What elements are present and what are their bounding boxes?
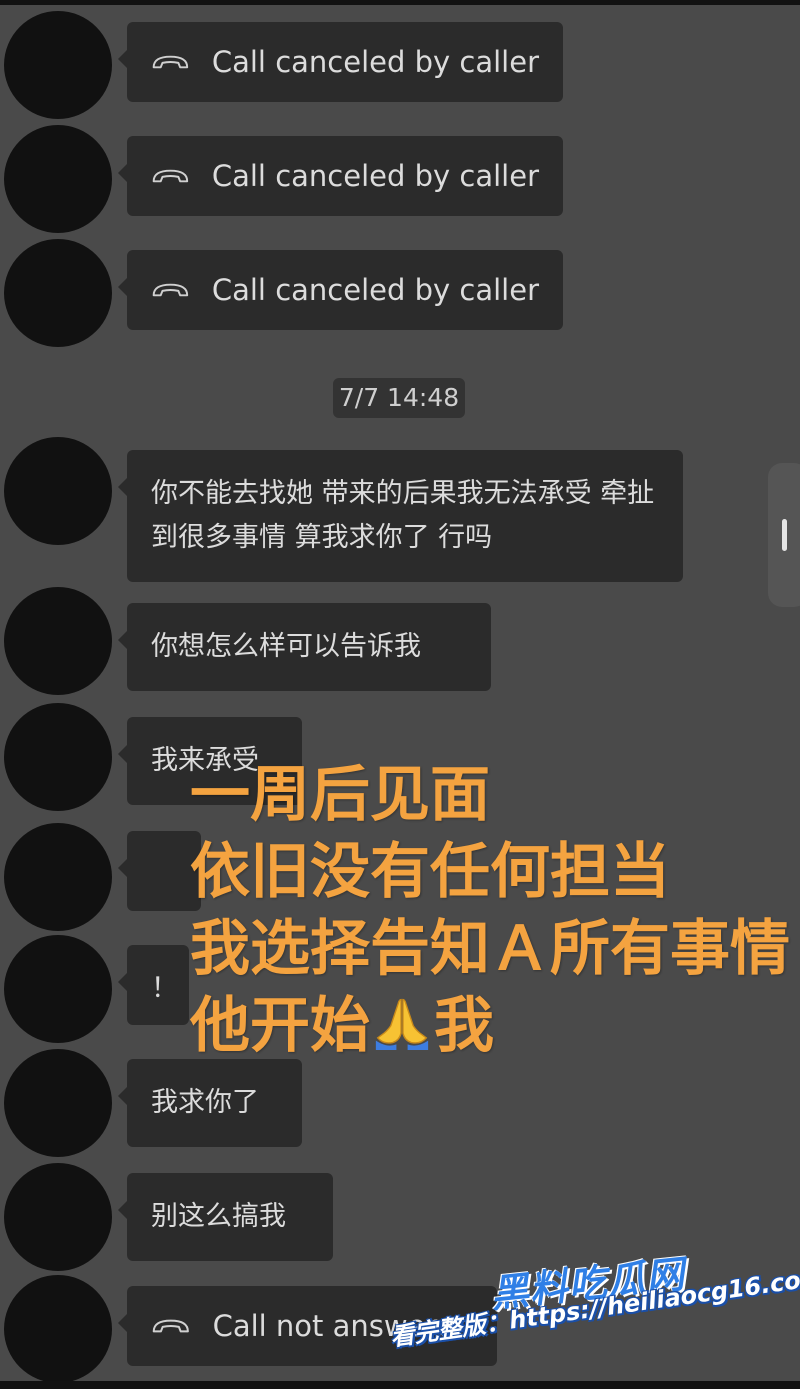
avatar[interactable]	[4, 11, 112, 119]
caption-text: 他开始	[190, 991, 370, 1061]
avatar[interactable]	[4, 1163, 112, 1271]
call-status-text: Call canceled by caller	[211, 159, 539, 193]
message-bubble[interactable]: ！	[118, 945, 189, 1025]
message-bubble[interactable]: 别这么搞我	[118, 1173, 333, 1261]
call-status-text: Call canceled by caller	[211, 273, 539, 307]
avatar[interactable]	[4, 935, 112, 1043]
phone-hangup-icon	[152, 55, 189, 69]
scrollbar-handle[interactable]	[768, 463, 800, 607]
message-bubble[interactable]: 我求你了	[118, 1059, 302, 1147]
phone-hangup-icon	[152, 283, 189, 297]
scrollbar-grip	[782, 519, 787, 551]
avatar[interactable]	[4, 1275, 112, 1381]
chat-screen: Call canceled by caller Call canceled by…	[0, 5, 800, 1381]
avatar[interactable]	[4, 823, 112, 931]
phone-hangup-icon	[152, 1319, 189, 1333]
avatar[interactable]	[4, 587, 112, 695]
caption-line: 他开始 我	[190, 988, 790, 1065]
call-record-bubble[interactable]: Call canceled by caller	[118, 250, 563, 330]
timestamp: 7/7 14:48	[333, 378, 465, 418]
caption-line: 依旧没有任何担当	[190, 837, 670, 907]
overlay-caption: 一周后见面 依旧没有任何担当 我选择告知Ａ所有事情 他开始 我	[190, 757, 790, 1065]
avatar[interactable]	[4, 1049, 112, 1157]
avatar[interactable]	[4, 125, 112, 233]
avatar[interactable]	[4, 239, 112, 347]
folded-hands-icon	[375, 998, 429, 1050]
message-bubble[interactable]: 你想怎么样可以告诉我	[118, 603, 491, 691]
caption-line: 一周后见面	[190, 760, 490, 830]
avatar[interactable]	[4, 703, 112, 811]
caption-text: 我	[434, 991, 494, 1061]
call-record-bubble[interactable]: Call canceled by caller	[118, 136, 563, 216]
avatar[interactable]	[4, 437, 112, 545]
caption-line: 我选择告知Ａ所有事情	[190, 914, 790, 984]
call-status-text: Call canceled by caller	[211, 45, 539, 79]
message-bubble[interactable]: 你不能去找她 带来的后果我无法承受 牵扯到很多事情 算我求你了 行吗	[118, 450, 683, 582]
phone-hangup-icon	[152, 169, 189, 183]
call-record-bubble[interactable]: Call canceled by caller	[118, 22, 563, 102]
